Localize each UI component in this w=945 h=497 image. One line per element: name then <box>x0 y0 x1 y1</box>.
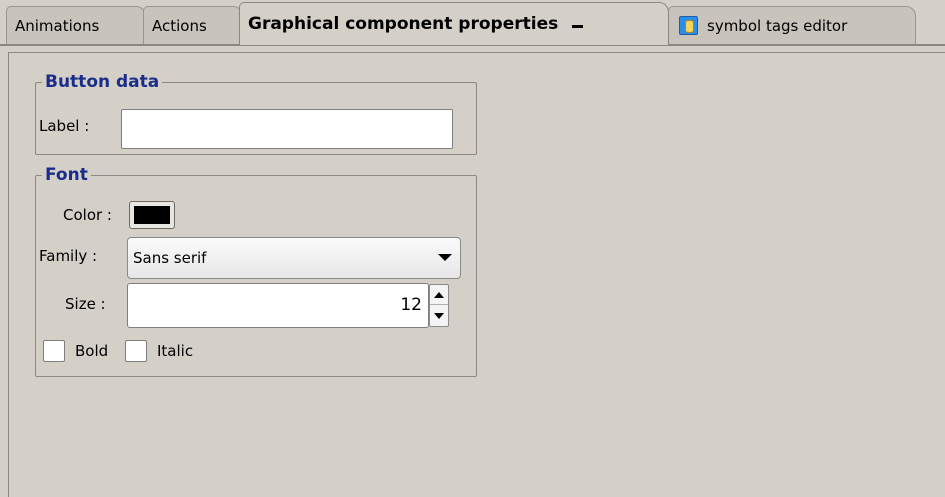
font-legend: Font <box>45 165 88 185</box>
color-swatch <box>134 206 170 224</box>
arrow-up-icon[interactable] <box>430 285 448 305</box>
italic-label: Italic <box>157 342 194 360</box>
tab-actions[interactable]: Actions <box>143 6 243 44</box>
font-family-value: Sans serif <box>133 249 207 267</box>
tab-symbol-tags-editor[interactable]: symbol tags editor <box>668 6 916 44</box>
family-caption: Family : <box>39 247 98 265</box>
font-size-spinner <box>429 284 449 327</box>
minimize-icon[interactable] <box>572 24 584 28</box>
font-size-input[interactable]: 12 <box>127 283 429 328</box>
font-family-select[interactable]: Sans serif <box>127 237 461 279</box>
label-caption: Label : <box>39 117 90 135</box>
tab-graphical-label: Graphical component properties <box>248 14 559 34</box>
tab-animations-label: Animations <box>15 16 100 35</box>
database-icon <box>679 16 698 35</box>
chevron-down-icon <box>438 254 452 261</box>
label-input[interactable] <box>121 109 453 149</box>
italic-checkbox[interactable] <box>125 340 147 362</box>
size-caption: Size : <box>65 295 106 313</box>
button-data-legend: Button data <box>45 72 160 92</box>
tab-graphical-component-properties[interactable]: Graphical component properties <box>239 2 669 45</box>
color-caption: Color : <box>63 206 112 224</box>
tab-animations[interactable]: Animations <box>6 6 146 44</box>
bold-checkbox[interactable] <box>43 340 65 362</box>
tab-strip: Animations Actions Graphical component p… <box>0 0 945 45</box>
tab-actions-label: Actions <box>152 16 207 35</box>
properties-panel: Button data Label : Font Color : Family … <box>8 52 945 497</box>
arrow-down-icon[interactable] <box>430 306 448 326</box>
bold-label: Bold <box>75 342 109 360</box>
tab-symbol-tags-label: symbol tags editor <box>707 16 848 35</box>
color-picker-button[interactable] <box>129 201 175 229</box>
